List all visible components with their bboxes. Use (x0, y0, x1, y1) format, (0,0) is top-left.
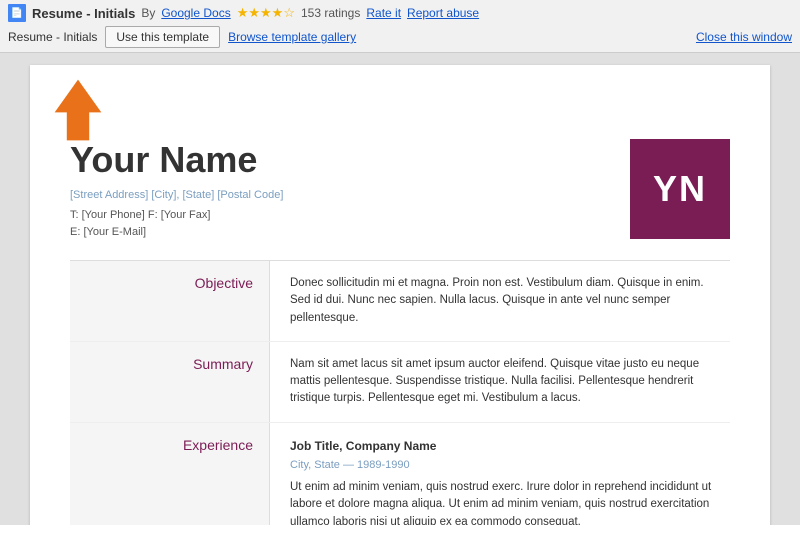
rate-link[interactable]: Rate it (366, 6, 401, 20)
summary-content: Nam sit amet lacus sit amet ipsum auctor… (270, 342, 730, 422)
browse-gallery-link[interactable]: Browse template gallery (228, 30, 356, 44)
experience-label: Experience (183, 437, 253, 453)
objective-content: Donec sollicitudin mi et magna. Proin no… (270, 261, 730, 341)
job-title: Job Title, Company Name (290, 437, 722, 455)
doc-subtitle: Resume - Initials (8, 30, 97, 44)
preview-area: Your Name [Street Address] [City], [Stat… (0, 53, 800, 525)
objective-label-cell: Objective (70, 261, 270, 341)
action-left: Resume - Initials Use this template Brow… (8, 26, 356, 48)
title-row: 📄 Resume - Initials By Google Docs ★★★★☆… (8, 4, 792, 22)
experience-content: Job Title, Company Name City, State — 19… (270, 423, 730, 526)
job-subtitle: City, State — 1989-1990 (290, 457, 722, 474)
report-abuse-link[interactable]: Report abuse (407, 6, 479, 20)
experience-text: Ut enim ad minim veniam, quis nostrud ex… (290, 479, 722, 525)
author-link[interactable]: Google Docs (161, 6, 230, 20)
name-block: Your Name [Street Address] [City], [Stat… (70, 139, 283, 240)
resume-sections: Objective Donec sollicitudin mi et magna… (70, 260, 730, 525)
ratings-count: 153 ratings (301, 6, 360, 20)
experience-label-cell: Experience (70, 423, 270, 526)
action-row: Resume - Initials Use this template Brow… (8, 26, 792, 52)
close-window-link[interactable]: Close this window (696, 30, 792, 44)
initials-block: YN (630, 139, 730, 239)
doc-icon: 📄 (8, 4, 26, 22)
use-template-button[interactable]: Use this template (105, 26, 220, 48)
email-line: E: [Your E-Mail] (70, 224, 283, 241)
doc-page: Your Name [Street Address] [City], [Stat… (30, 65, 770, 525)
summary-label: Summary (193, 356, 253, 372)
up-arrow-icon (48, 75, 108, 145)
objective-text: Donec sollicitudin mi et magna. Proin no… (290, 277, 704, 324)
objective-row: Objective Donec sollicitudin mi et magna… (70, 261, 730, 342)
initials-text: YN (653, 168, 707, 210)
summary-label-cell: Summary (70, 342, 270, 422)
star-rating: ★★★★☆ (237, 5, 295, 21)
summary-row: Summary Nam sit amet lacus sit amet ipsu… (70, 342, 730, 423)
summary-text: Nam sit amet lacus sit amet ipsum auctor… (290, 358, 699, 405)
address-line: [Street Address] [City], [State] [Postal… (70, 189, 283, 201)
by-label: By (141, 6, 155, 20)
experience-row: Experience Job Title, Company Name City,… (70, 423, 730, 526)
objective-label: Objective (195, 275, 253, 291)
resume-header: Your Name [Street Address] [City], [Stat… (70, 139, 730, 240)
doc-title: Resume - Initials (32, 6, 135, 21)
top-bar: 📄 Resume - Initials By Google Docs ★★★★☆… (0, 0, 800, 53)
arrow-container (48, 75, 108, 148)
phone-line: T: [Your Phone] F: [Your Fax] (70, 207, 283, 224)
